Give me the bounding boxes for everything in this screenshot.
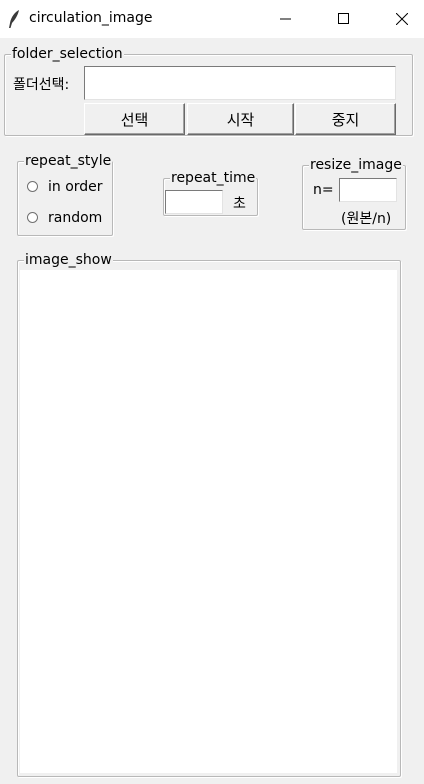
folder-path-input[interactable] (84, 66, 396, 100)
start-button[interactable]: 시작 (187, 103, 294, 135)
title-bar: circulation_image (0, 0, 424, 38)
repeat-time-legend: repeat_time (170, 170, 257, 186)
folder-selection-legend: folder_selection (11, 46, 124, 62)
maximize-button[interactable] (315, 0, 373, 38)
in-order-label[interactable]: in order (48, 179, 103, 195)
image-display-canvas (20, 270, 397, 773)
repeat-style-legend: repeat_style (24, 153, 113, 169)
resize-hint-label: (원본/n) (341, 211, 392, 227)
in-order-radio[interactable] (27, 181, 38, 192)
close-icon (396, 13, 408, 25)
stop-button[interactable]: 중지 (295, 103, 396, 135)
resize-image-legend: resize_image (309, 157, 403, 173)
image-show-legend: image_show (24, 252, 113, 268)
select-button[interactable]: 선택 (84, 103, 185, 135)
close-button[interactable] (373, 0, 424, 38)
resize-n-input[interactable] (339, 178, 397, 202)
random-label[interactable]: random (48, 210, 102, 226)
seconds-unit-label: 초 (233, 196, 246, 212)
n-equals-label: n= (313, 182, 334, 198)
minimize-icon (280, 18, 291, 20)
feather-icon (9, 10, 19, 28)
minimize-button[interactable] (257, 0, 315, 38)
folder-select-label: 폴더선택: (13, 77, 70, 93)
window-title: circulation_image (29, 10, 153, 26)
maximize-icon (338, 13, 349, 24)
repeat-time-input[interactable] (165, 190, 223, 214)
random-radio[interactable] (27, 212, 38, 223)
